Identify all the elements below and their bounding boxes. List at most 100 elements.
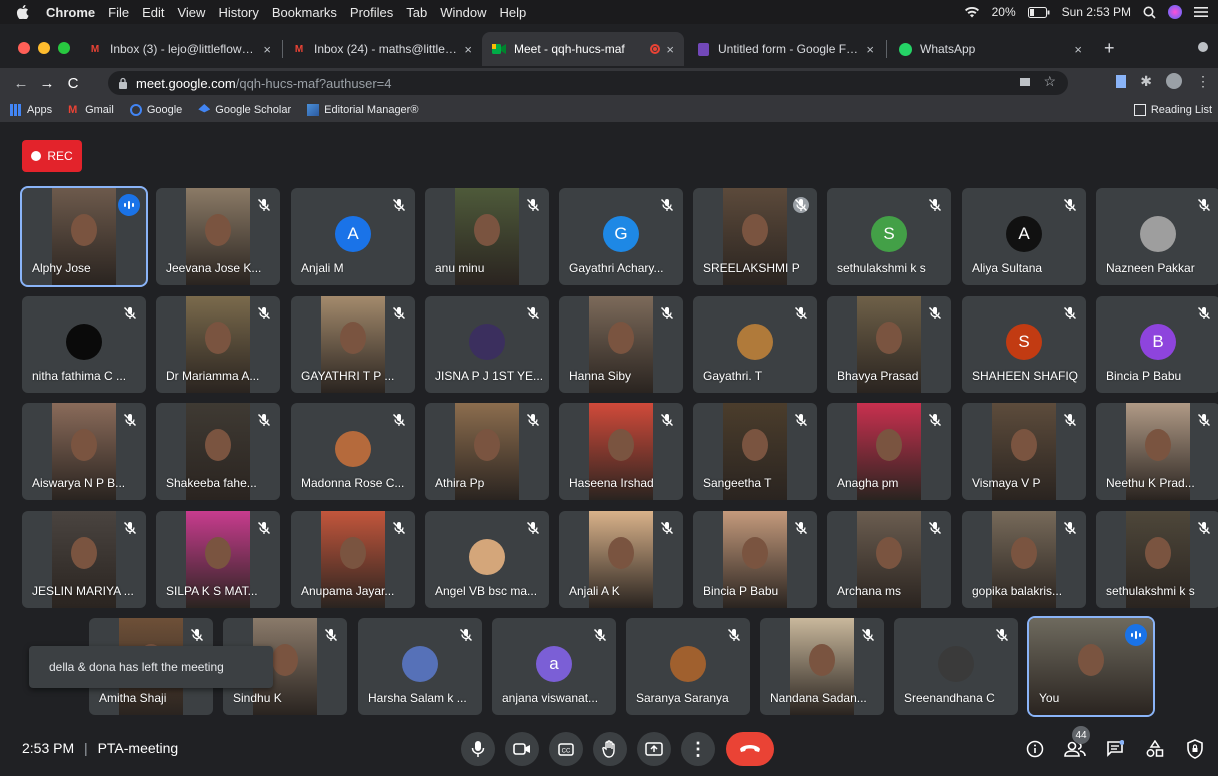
chat-button[interactable]	[1103, 737, 1127, 761]
participant-tile[interactable]: Nazneen Pakkar	[1096, 188, 1218, 285]
menu-help[interactable]: Help	[500, 5, 527, 20]
participant-tile[interactable]: Anagha pm	[827, 403, 951, 500]
menu-window[interactable]: Window	[440, 5, 486, 20]
participant-tile[interactable]: JESLIN MARIYA ...	[22, 511, 146, 608]
zoom-window-button[interactable]	[58, 42, 70, 54]
participant-tile[interactable]: Vismaya V P	[962, 403, 1086, 500]
present-screen-button[interactable]	[637, 732, 671, 766]
participant-tile[interactable]: Anjali A K	[559, 511, 683, 608]
siri-icon[interactable]	[1168, 5, 1182, 19]
tab-meet[interactable]: Meet - qqh-hucs-maf ×	[482, 32, 684, 66]
bookmark-apps[interactable]: Apps	[10, 104, 52, 116]
self-video-tile[interactable]: You	[1027, 616, 1155, 717]
participant-tile[interactable]: Saranya Saranya	[626, 618, 750, 715]
menu-profiles[interactable]: Profiles	[350, 5, 393, 20]
close-tab-icon[interactable]: ×	[1074, 42, 1082, 57]
meeting-details-button[interactable]	[1023, 737, 1047, 761]
close-tab-icon[interactable]: ×	[464, 42, 472, 57]
tab-gmail-lejo[interactable]: M Inbox (3) - lejo@littleflowercoll ×	[78, 32, 281, 66]
close-window-button[interactable]	[18, 42, 30, 54]
participant-tile[interactable]: Athira Pp	[425, 403, 549, 500]
bookmark-google[interactable]: Google	[129, 104, 182, 116]
control-center-icon[interactable]	[1194, 6, 1208, 18]
participant-tile[interactable]: Sangeetha T	[693, 403, 817, 500]
extensions-puzzle-icon[interactable]: ✱	[1140, 73, 1152, 90]
participant-tile[interactable]: sethulakshmi k s	[1096, 511, 1218, 608]
participant-tile[interactable]: Aiswarya N P B...	[22, 403, 146, 500]
leave-call-button[interactable]	[726, 732, 774, 766]
camera-button[interactable]	[505, 732, 539, 766]
reading-list-button[interactable]: Reading List	[1133, 104, 1212, 116]
participant-tile[interactable]: Bincia P Babu	[693, 511, 817, 608]
camera-in-use-icon[interactable]	[1020, 78, 1030, 86]
menu-file[interactable]: File	[108, 5, 129, 20]
participant-tile[interactable]: Madonna Rose C...	[291, 403, 415, 500]
participant-tile[interactable]: gopika balakris...	[962, 511, 1086, 608]
bookmark-gmail[interactable]: M Gmail	[68, 104, 114, 116]
forward-arrow-icon[interactable]: →	[34, 75, 60, 92]
participant-tile[interactable]: Bhavya Prasad	[827, 296, 951, 393]
recording-badge[interactable]: REC	[22, 140, 82, 172]
participant-tile[interactable]: GAYATHRI T P ...	[291, 296, 415, 393]
participant-tile[interactable]: Anupama Jayar...	[291, 511, 415, 608]
participant-tile[interactable]: G Gayathri Achary...	[559, 188, 683, 285]
apple-icon[interactable]	[14, 5, 32, 19]
participant-tile[interactable]: A Aliya Sultana	[962, 188, 1086, 285]
participant-tile[interactable]: Neethu K Prad...	[1096, 403, 1218, 500]
participant-tile[interactable]: Nandana Sadan...	[760, 618, 884, 715]
participant-tile[interactable]: Gayathri. T	[693, 296, 817, 393]
minimize-window-button[interactable]	[38, 42, 50, 54]
participant-tile[interactable]: Shakeeba fahe...	[156, 403, 280, 500]
raise-hand-button[interactable]	[593, 732, 627, 766]
menu-view[interactable]: View	[177, 5, 205, 20]
menu-clock[interactable]: Sun 2:53 PM	[1062, 5, 1131, 19]
more-options-button[interactable]: ⋮	[681, 732, 715, 766]
new-tab-button[interactable]: +	[1104, 38, 1115, 59]
participant-tile[interactable]: Harsha Salam k ...	[358, 618, 482, 715]
microphone-button[interactable]	[461, 732, 495, 766]
menu-history[interactable]: History	[218, 5, 258, 20]
close-tab-icon[interactable]: ×	[866, 42, 874, 57]
bookmark-editorial-manager[interactable]: Editorial Manager®	[307, 104, 418, 116]
close-tab-icon[interactable]: ×	[666, 42, 674, 57]
participant-tile[interactable]: Ssethulakshmi k s	[827, 188, 951, 285]
meeting-title[interactable]: PTA-meeting	[98, 740, 179, 756]
participant-tile[interactable]: Haseena Irshad	[559, 403, 683, 500]
back-arrow-icon[interactable]: ←	[8, 75, 34, 92]
reload-icon[interactable]: C	[60, 75, 86, 92]
participant-tile[interactable]: anu minu	[425, 188, 549, 285]
participant-tile[interactable]: Jeevana Jose K...	[156, 188, 280, 285]
menu-edit[interactable]: Edit	[142, 5, 164, 20]
participant-tile[interactable]: a anjana viswanat...	[492, 618, 616, 715]
tab-search-icon[interactable]	[1198, 42, 1208, 52]
profile-avatar[interactable]	[1166, 73, 1182, 89]
participant-tile[interactable]: A Anjali M	[291, 188, 415, 285]
spotlight-search-icon[interactable]	[1143, 6, 1156, 19]
more-menu-icon[interactable]: ⋮	[1196, 73, 1210, 90]
activities-button[interactable]	[1143, 737, 1167, 761]
participant-tile[interactable]: Dr Mariamma A...	[156, 296, 280, 393]
tab-whatsapp[interactable]: WhatsApp ×	[888, 32, 1092, 66]
participant-tile[interactable]: Sreenandhana C	[894, 618, 1018, 715]
participant-tile[interactable]: S SHAHEEN SHAFIQ	[962, 296, 1086, 393]
docs-extension-icon[interactable]	[1116, 75, 1127, 88]
host-controls-button[interactable]	[1183, 737, 1207, 761]
participant-tile[interactable]: SREELAKSHMI P	[693, 188, 817, 285]
participant-tile[interactable]: nitha fathima C ...	[22, 296, 146, 393]
menu-tab[interactable]: Tab	[406, 5, 427, 20]
bookmark-google-scholar[interactable]: Google Scholar	[198, 104, 291, 116]
menu-app-name[interactable]: Chrome	[46, 5, 95, 20]
bookmark-star-icon[interactable]: ☆	[1043, 73, 1056, 90]
battery-icon[interactable]	[1027, 6, 1050, 18]
participant-tile[interactable]: JISNA P J 1ST YE...	[425, 296, 549, 393]
participant-tile[interactable]: SILPA K S MAT...	[156, 511, 280, 608]
lock-icon[interactable]	[118, 77, 128, 89]
participant-tile[interactable]: Alphy Jose	[20, 186, 148, 287]
participant-tile[interactable]: Hanna Siby	[559, 296, 683, 393]
tab-gmail-maths[interactable]: M Inbox (24) - maths@littleflower ×	[282, 32, 482, 66]
address-bar[interactable]: meet.google.com/qqh-hucs-maf?authuser=4 …	[108, 71, 1068, 95]
captions-button[interactable]: CC	[549, 732, 583, 766]
participant-tile[interactable]: Angel VB bsc ma...	[425, 511, 549, 608]
participant-tile[interactable]: B Bincia P Babu	[1096, 296, 1218, 393]
close-tab-icon[interactable]: ×	[263, 42, 271, 57]
